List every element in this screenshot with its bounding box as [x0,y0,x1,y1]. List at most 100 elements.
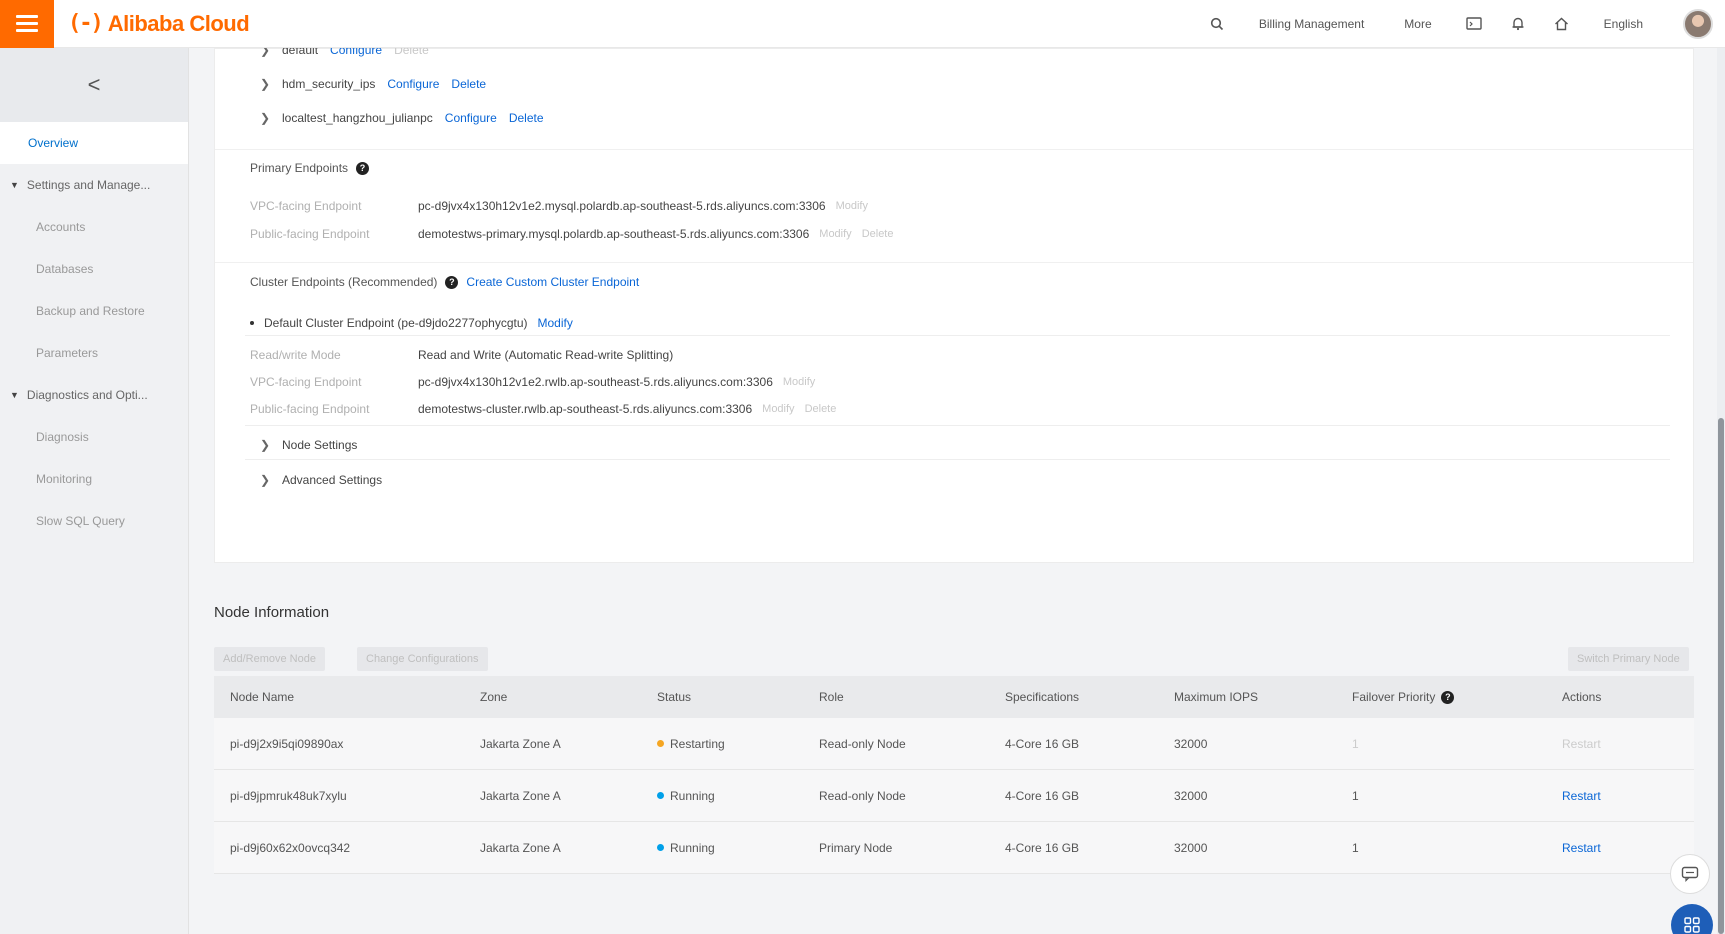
delete-link[interactable]: Delete [862,228,894,240]
node-settings-toggle[interactable]: ❯ Node Settings [260,438,357,452]
vertical-scrollbar[interactable] [1717,48,1725,934]
table-header: Node Name Zone Status Role Specification… [214,676,1694,718]
sidebar-group-label: Diagnostics and Opti... [26,388,148,402]
field-label: VPC-facing Endpoint [250,199,362,213]
column-header: Actions [1562,690,1602,704]
section-title-text: Primary Endpoints [250,161,349,175]
configure-link[interactable]: Configure [445,111,497,125]
back-icon[interactable]: < [0,48,188,122]
node-spec: 4-Core 16 GB [1005,736,1080,751]
change-configurations-button[interactable]: Change Configurations [357,647,488,671]
node-priority: 1 [1352,840,1359,855]
sidebar-item-parameters[interactable]: Parameters [0,332,188,374]
main-content: ❯ default Configure Delete ❯ hdm_securit… [189,43,1725,934]
delete-link[interactable]: Delete [805,403,837,415]
node-spec: 4-Core 16 GB [1005,840,1080,855]
node-name: pi-d9j60x62x0ovcq342 [230,840,351,855]
sidebar-item-accounts[interactable]: Accounts [0,206,188,248]
restart-link[interactable]: Restart [1546,789,1694,803]
divider [215,149,1693,150]
language-selector[interactable]: English [1584,0,1663,48]
modify-link[interactable]: Modify [783,376,815,388]
node-role: Read-only Node [819,736,906,751]
divider [215,262,1693,263]
field-label: Public-facing Endpoint [250,227,370,241]
primary-vpc-endpoint-row: VPC-facing Endpoint pc-d9jvx4x130h12v1e2… [250,199,868,213]
sidebar-item-overview[interactable]: Overview [0,122,188,164]
sidebar-item-backup-restore[interactable]: Backup and Restore [0,290,188,332]
sidebar-group-label: Settings and Manage... [26,178,151,192]
sidebar-group-settings[interactable]: ▼ Settings and Manage... [0,164,188,206]
cluster-public-endpoint-row: Public-facing Endpoint demotestws-cluste… [250,402,836,416]
bell-icon[interactable] [1496,0,1540,48]
divider [245,335,1670,336]
status-text: Running [670,840,715,855]
node-role: Read-only Node [819,788,906,803]
modify-link[interactable]: Modify [836,200,868,212]
nav-more[interactable]: More [1384,0,1451,48]
avatar[interactable] [1683,8,1713,39]
node-spec: 4-Core 16 GB [1005,788,1080,803]
sidebar-group-diagnostics[interactable]: ▼ Diagnostics and Opti... [0,374,188,416]
caret-down-icon: ▼ [10,180,19,190]
whitelist-row: ❯ localtest_hangzhou_julianpc Configure … [260,111,544,125]
chevron-right-icon[interactable]: ❯ [260,77,270,91]
help-icon[interactable]: ? [1441,690,1455,704]
configure-link[interactable]: Configure [387,77,439,91]
advanced-settings-toggle[interactable]: ❯ Advanced Settings [260,473,382,487]
hamburger-menu-icon[interactable] [0,0,54,48]
column-header-label: Failover Priority [1352,690,1436,704]
scrollbar-thumb[interactable] [1718,418,1724,934]
delete-link[interactable]: Delete [451,77,486,91]
node-name: pi-d9jpmruk48uk7xylu [230,788,347,803]
column-header-failover: Failover Priority ? [1336,690,1546,704]
add-remove-node-button[interactable]: Add/Remove Node [214,647,325,671]
node-role: Primary Node [819,840,893,855]
nav-billing-management[interactable]: Billing Management [1239,0,1384,48]
field-value: Read and Write (Automatic Read-write Spl… [418,348,674,362]
brand-mark: (-) [68,11,104,36]
whitelist-name: localtest_hangzhou_julianpc [282,111,433,125]
chevron-right-icon[interactable]: ❯ [260,111,270,125]
field-label: Public-facing Endpoint [250,402,370,416]
node-status: Restarting [641,737,803,751]
help-icon[interactable]: ? [445,275,459,289]
sidebar-item-databases[interactable]: Databases [0,248,188,290]
create-custom-endpoint-link[interactable]: Create Custom Cluster Endpoint [466,275,639,289]
modify-link[interactable]: Modify [538,316,573,330]
field-label: Read/write Mode [250,348,341,362]
sidebar-item-monitoring[interactable]: Monitoring [0,458,188,500]
brand-logo[interactable]: (-) Alibaba Cloud [68,11,250,37]
toggle-label: Advanced Settings [282,473,383,487]
restart-link[interactable]: Restart [1546,841,1694,855]
table-row: pi-d9jpmruk48uk7xylu Jakarta Zone A Runn… [214,770,1694,822]
sidebar-item-diagnosis[interactable]: Diagnosis [0,416,188,458]
column-header: Zone [480,690,508,704]
search-icon[interactable] [1195,0,1239,48]
caret-down-icon: ▼ [10,390,19,400]
help-icon[interactable]: ? [356,161,370,175]
column-header: Status [657,690,692,704]
node-information-title: Node Information [214,604,330,621]
terminal-icon[interactable] [1452,0,1496,48]
field-label: VPC-facing Endpoint [250,375,362,389]
chevron-right-icon: ❯ [260,473,271,487]
rw-mode-row: Read/write Mode Read and Write (Automati… [250,348,673,362]
primary-public-endpoint-row: Public-facing Endpoint demotestws-primar… [250,227,893,241]
primary-endpoints-title: Primary Endpoints ? [250,161,370,175]
delete-link[interactable]: Delete [509,111,544,125]
chat-icon[interactable] [1670,854,1710,894]
home-icon[interactable] [1540,0,1584,48]
modify-link[interactable]: Modify [819,228,851,240]
field-value: demotestws-primary.mysql.polardb.ap-sout… [418,227,810,241]
modify-link[interactable]: Modify [762,403,794,415]
toggle-label: Node Settings [282,438,358,452]
whitelist-row: ❯ hdm_security_ips Configure Delete [260,77,486,91]
status-dot-icon [657,740,664,747]
node-status: Running [641,841,803,855]
sidebar-item-slow-sql[interactable]: Slow SQL Query [0,500,188,542]
status-text: Running [670,788,715,803]
status-dot-icon [657,844,664,851]
switch-primary-node-button[interactable]: Switch Primary Node [1568,647,1689,671]
restart-link[interactable]: Restart [1546,737,1694,751]
